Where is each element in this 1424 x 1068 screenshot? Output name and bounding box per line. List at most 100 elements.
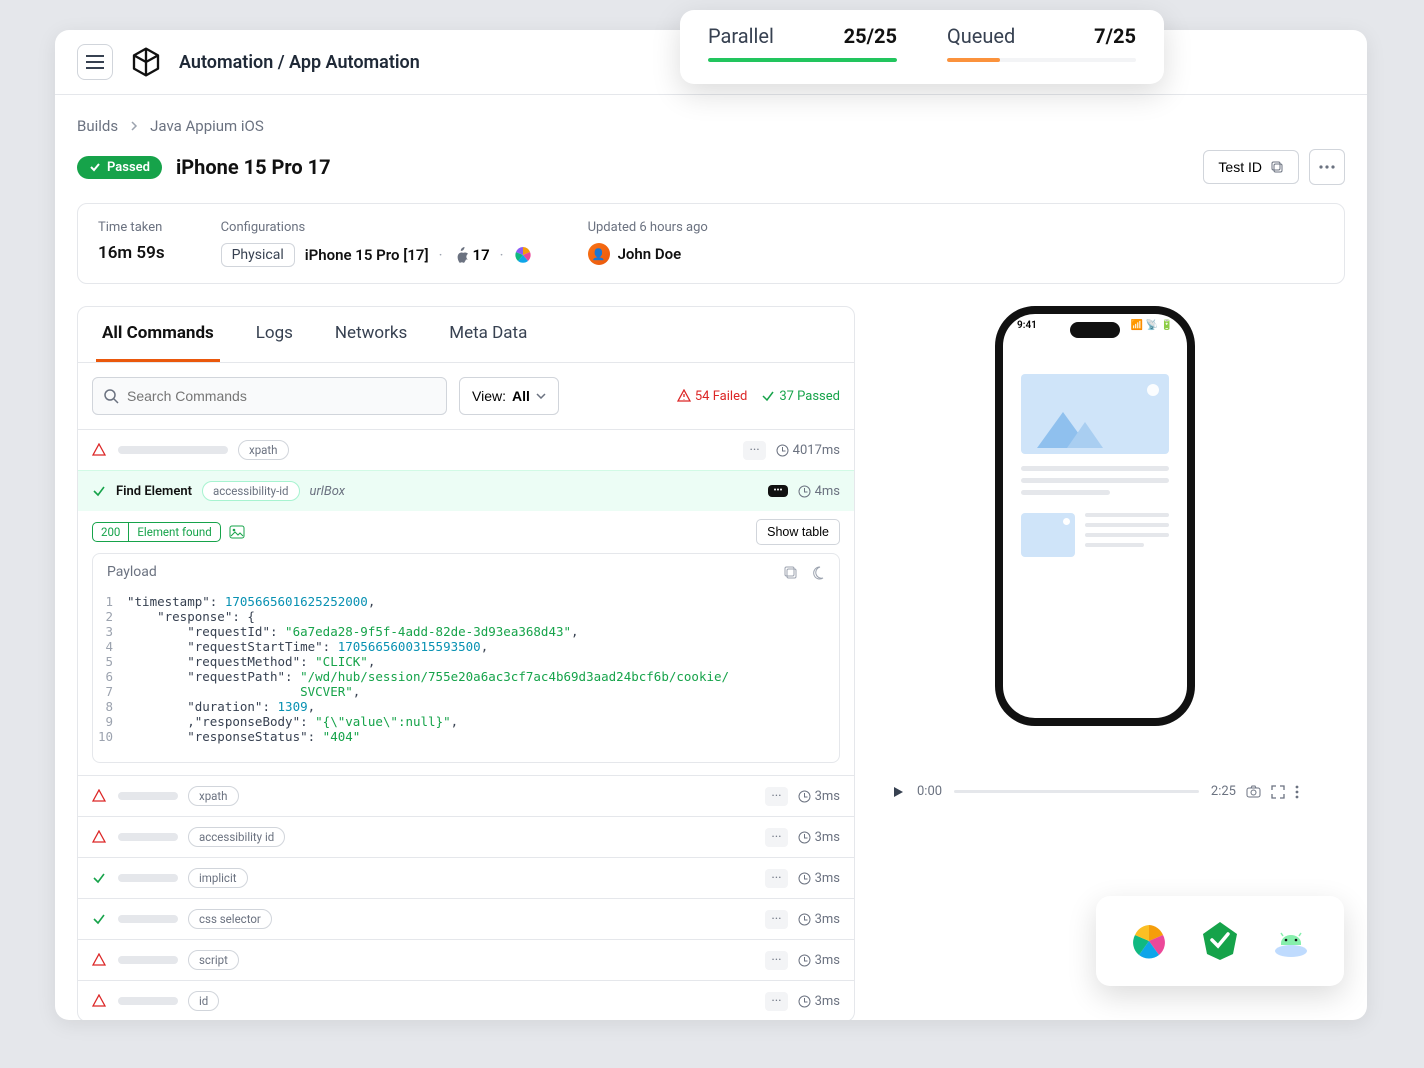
- kebab-icon[interactable]: [1295, 785, 1299, 799]
- more-button[interactable]: [1309, 149, 1345, 185]
- device-name: iPhone 15 Pro [17]: [305, 246, 429, 264]
- duration: 3ms: [798, 912, 840, 927]
- time-taken-label: Time taken: [98, 220, 165, 235]
- row-menu-button[interactable]: ···: [743, 441, 765, 460]
- copy-icon[interactable]: [783, 565, 798, 580]
- parallel-label: Parallel: [708, 24, 774, 48]
- session-title: iPhone 15 Pro 17: [176, 155, 331, 179]
- fullscreen-icon[interactable]: [1271, 785, 1285, 799]
- updated-label: Updated 6 hours ago: [588, 220, 708, 235]
- parallel-count: 25/25: [844, 24, 897, 48]
- frameworks-card: [1096, 896, 1344, 986]
- duration: 2:25: [1211, 784, 1236, 799]
- duration: 4ms: [798, 484, 840, 499]
- row-menu-button[interactable]: ···: [765, 951, 787, 970]
- warning-icon: [677, 389, 691, 403]
- duration: 3ms: [798, 871, 840, 886]
- tab-meta-data[interactable]: Meta Data: [443, 307, 533, 362]
- video-player[interactable]: 0:00 2:25: [885, 784, 1305, 799]
- search-icon: [103, 388, 119, 404]
- check-icon: [761, 389, 775, 403]
- search-input[interactable]: [92, 377, 447, 415]
- user-name: John Doe: [618, 245, 682, 263]
- current-time: 0:00: [917, 784, 942, 799]
- command-row[interactable]: id ··· 3ms: [78, 980, 854, 1020]
- locator-tag: xpath: [188, 786, 239, 806]
- breadcrumb-root[interactable]: Builds: [77, 117, 118, 135]
- command-row[interactable]: script ··· 3ms: [78, 939, 854, 980]
- locator-tag: accessibility-id: [202, 481, 300, 501]
- app-logo: [127, 43, 165, 81]
- android-icon: [1268, 918, 1314, 964]
- queue-card: Parallel25/25 Queued7/25: [680, 10, 1164, 84]
- warning-icon: [92, 443, 106, 457]
- device-preview: 9:41📶 📡 🔋: [995, 306, 1195, 726]
- warning-icon: [92, 953, 108, 967]
- theme-icon[interactable]: [810, 565, 825, 580]
- apple-icon: [453, 247, 468, 264]
- dots-icon: [1319, 165, 1335, 169]
- check-icon: [89, 161, 101, 173]
- queued-label: Queued: [947, 24, 1015, 48]
- breadcrumb: Builds Java Appium iOS: [77, 117, 1345, 135]
- page-title: Automation / App Automation: [179, 52, 420, 73]
- chevron-down-icon: [536, 393, 546, 399]
- command-row[interactable]: xpath ··· 4017ms: [78, 429, 854, 470]
- command-row[interactable]: css selector ··· 3ms: [78, 898, 854, 939]
- duration: 3ms: [798, 789, 840, 804]
- row-menu-button[interactable]: ···: [765, 869, 787, 888]
- show-table-button[interactable]: Show table: [756, 519, 840, 545]
- command-row[interactable]: accessibility id ··· 3ms: [78, 816, 854, 857]
- passed-count: 37 Passed: [761, 389, 840, 404]
- duration: 4017ms: [776, 443, 840, 458]
- warning-icon: [92, 830, 108, 844]
- command-row[interactable]: implicit ··· 3ms: [78, 857, 854, 898]
- locator-tag: id: [188, 991, 219, 1011]
- payload-label: Payload: [107, 564, 157, 580]
- hamburger-button[interactable]: [77, 44, 113, 80]
- avatar: 👤: [588, 243, 610, 265]
- duration: 3ms: [798, 830, 840, 845]
- locator-tag: script: [188, 950, 239, 970]
- command-row[interactable]: xpath ··· 3ms: [78, 775, 854, 816]
- view-filter-button[interactable]: View: All: [459, 377, 559, 415]
- row-menu-button[interactable]: ···: [765, 828, 787, 847]
- check-icon: [92, 484, 106, 498]
- warning-icon: [92, 789, 108, 803]
- os-version: 17: [473, 246, 490, 264]
- chevron-right-icon: [128, 120, 140, 132]
- row-menu-button[interactable]: ···: [765, 787, 787, 806]
- locator-tag: css selector: [188, 909, 272, 929]
- time-taken-value: 16m 59s: [98, 243, 165, 263]
- physical-chip: Physical: [221, 243, 295, 267]
- duration: 3ms: [798, 994, 840, 1009]
- status-badge: Passed: [77, 156, 162, 179]
- row-menu-button[interactable]: ···: [765, 992, 787, 1011]
- breadcrumb-leaf[interactable]: Java Appium iOS: [150, 117, 264, 135]
- status-pill: 200Element found: [92, 522, 221, 542]
- search-field[interactable]: [127, 388, 436, 404]
- tool-icon: [514, 246, 532, 264]
- command-name: Find Element: [116, 484, 192, 499]
- appium-icon: [1126, 918, 1172, 964]
- play-icon[interactable]: [891, 785, 905, 799]
- failed-count: 54 Failed: [677, 389, 747, 404]
- seek-bar[interactable]: [954, 790, 1199, 793]
- row-menu-button[interactable]: •••: [768, 485, 787, 497]
- locator-tag: accessibility id: [188, 827, 285, 847]
- check-icon: [92, 912, 108, 926]
- tab-networks[interactable]: Networks: [329, 307, 413, 362]
- tab-all-commands[interactable]: All Commands: [96, 307, 220, 362]
- clock-icon: [776, 444, 789, 457]
- tab-logs[interactable]: Logs: [250, 307, 299, 362]
- command-row-expanded[interactable]: Find Element accessibility-id urlBox •••…: [78, 470, 854, 511]
- locator-tag: implicit: [188, 868, 248, 888]
- camera-icon[interactable]: [1246, 784, 1261, 799]
- row-menu-button[interactable]: ···: [765, 910, 787, 929]
- hamburger-icon: [86, 55, 104, 69]
- clock-icon: [798, 485, 811, 498]
- command-arg: urlBox: [310, 484, 345, 499]
- warning-icon: [92, 994, 108, 1008]
- test-id-button[interactable]: Test ID: [1203, 150, 1299, 184]
- image-icon[interactable]: [229, 524, 245, 540]
